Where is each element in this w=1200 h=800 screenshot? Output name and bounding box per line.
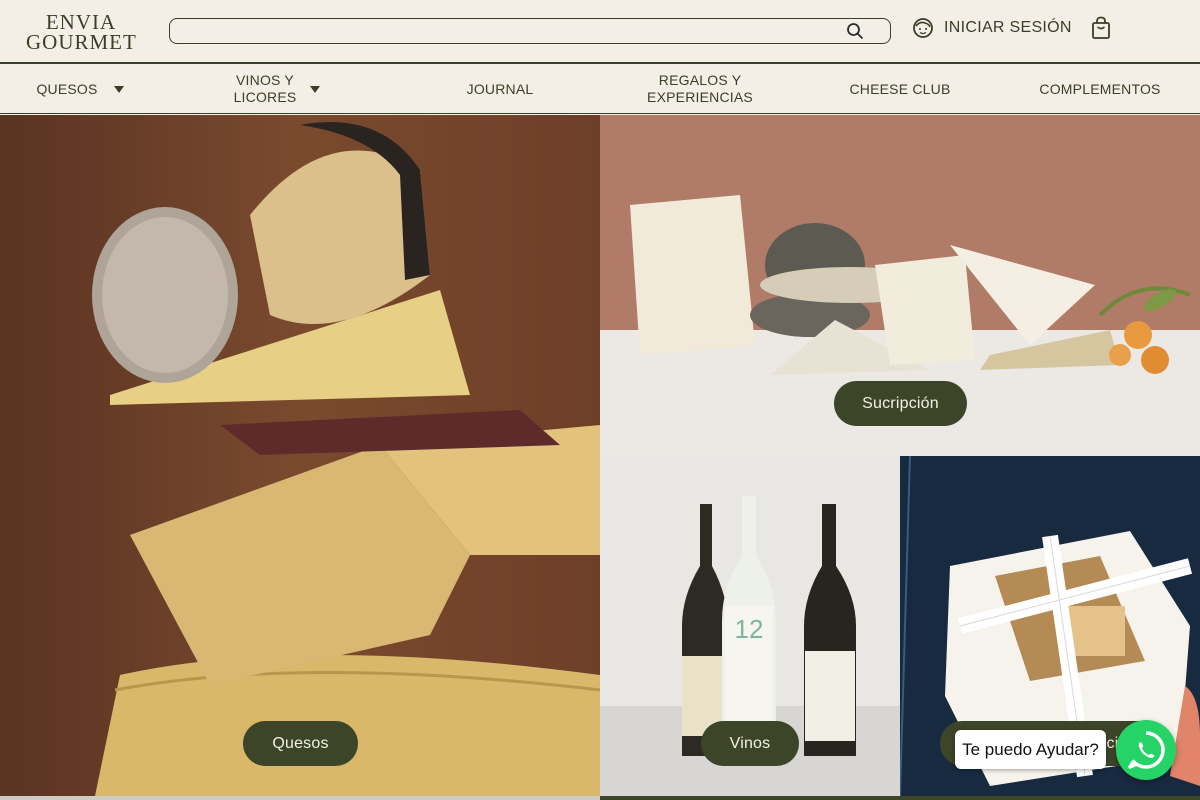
user-icon[interactable]: [912, 17, 934, 39]
main-navigation: QUESOS VINOS Y LICORES JOURNAL REGALOS Y…: [0, 62, 1200, 114]
chat-prompt-bubble[interactable]: Te puedo Ayudar?: [955, 730, 1106, 769]
nav-item-label: COMPLEMENTOS: [1039, 80, 1161, 97]
brand-logo-line2: GOURMET: [26, 30, 137, 54]
cheese-stack-image: [0, 115, 600, 796]
site-header: ENVIA GOURMET INICIAR SESIÓN: [0, 0, 1200, 62]
search-icon[interactable]: [846, 22, 864, 40]
suscripcion-button[interactable]: Sucripción: [834, 381, 967, 426]
nav-item-vinos-licores[interactable]: VINOS Y LICORES: [215, 64, 335, 114]
vinos-button[interactable]: Vinos: [701, 721, 799, 766]
category-tile-suscripcion[interactable]: Sucripción: [600, 115, 1200, 456]
chevron-down-icon[interactable]: [310, 85, 320, 93]
wine-label-number: 12: [735, 614, 764, 644]
brand-logo-line1: ENVIA: [45, 10, 117, 34]
search-input[interactable]: [180, 19, 840, 41]
category-tile-quesos[interactable]: Quesos: [0, 115, 600, 796]
shopping-bag-icon[interactable]: [1090, 16, 1112, 40]
section-divider: [0, 796, 600, 800]
section-divider: [600, 796, 1200, 800]
brand-logo[interactable]: ENVIA GOURMET: [26, 10, 137, 54]
nav-item-label: REGALOS Y EXPERIENCIAS: [647, 72, 753, 105]
nav-item-quesos[interactable]: QUESOS: [20, 64, 140, 114]
whatsapp-icon: [1128, 731, 1165, 769]
nav-item-label: CHEESE CLUB: [849, 80, 951, 97]
nav-item-label: QUESOS: [36, 80, 98, 97]
login-link[interactable]: INICIAR SESIÓN: [944, 19, 1072, 37]
nav-item-label: VINOS Y LICORES: [233, 72, 297, 105]
category-tile-vinos[interactable]: 12 Vinos: [600, 456, 900, 796]
nav-item-label: JOURNAL: [466, 80, 534, 97]
quesos-button[interactable]: Quesos: [243, 721, 358, 766]
chevron-down-icon[interactable]: [113, 85, 124, 93]
whatsapp-button[interactable]: [1116, 720, 1176, 780]
nav-item-journal[interactable]: JOURNAL: [440, 64, 560, 114]
search-bar: [169, 18, 891, 44]
nav-item-complementos[interactable]: COMPLEMENTOS: [1030, 64, 1170, 114]
nav-item-regalos-experiencias[interactable]: REGALOS Y EXPERIENCIAS: [630, 64, 770, 114]
nav-item-cheese-club[interactable]: CHEESE CLUB: [830, 64, 970, 114]
